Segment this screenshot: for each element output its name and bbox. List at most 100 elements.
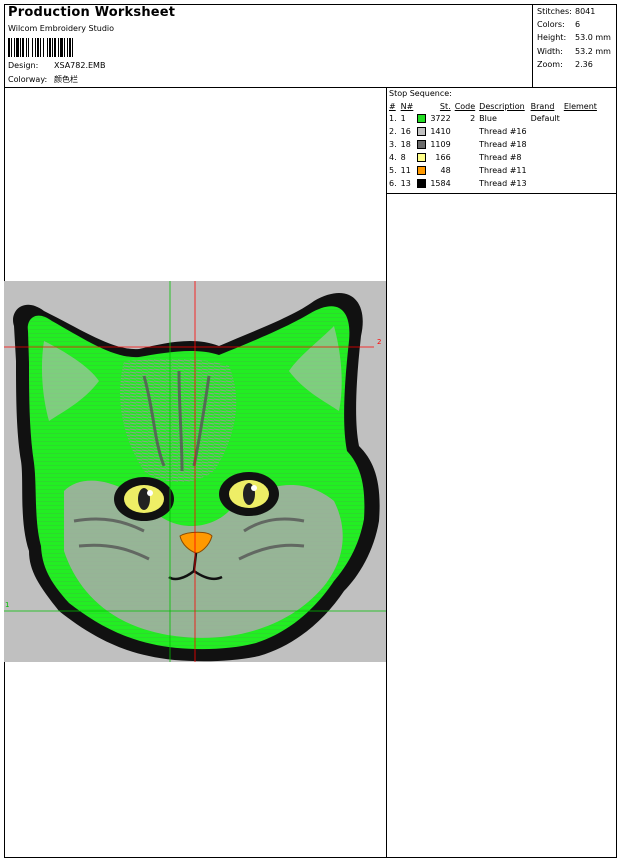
row-stitches: 1584 [430, 179, 451, 188]
barcode-bar [67, 38, 68, 57]
software-name: Wilcom Embroidery Studio [8, 24, 115, 33]
row-code [453, 125, 477, 138]
row-needle: 1 [400, 114, 406, 123]
table-row: 6. 13 1584 Thread #13 [387, 177, 599, 190]
stat-value: 8041 [575, 7, 596, 16]
stat-label: Stitches: [537, 7, 572, 16]
barcode-bar [52, 38, 53, 57]
table-row: 1. 1 3722 2 Blue Default [387, 112, 599, 125]
row-index: 2. [389, 127, 397, 136]
barcode-bar [11, 38, 12, 57]
row-stitches: 166 [435, 153, 451, 162]
row-index: 3. [389, 140, 397, 149]
row-brand [529, 138, 562, 151]
row-description: Thread #8 [479, 153, 522, 162]
swatch-cell [415, 112, 428, 125]
colorway-label: Colorway: [8, 75, 48, 84]
color-swatch [417, 153, 427, 162]
col-code: Code [454, 101, 476, 111]
sequence-divider [386, 87, 387, 858]
swatch-cell [415, 151, 428, 164]
barcode-bar [47, 38, 48, 57]
row-code [453, 164, 477, 177]
barcode-image [8, 38, 73, 57]
col-brand: Brand [530, 101, 555, 111]
row-needle: 11 [400, 166, 411, 175]
stat-value: 53.0 mm [575, 33, 611, 43]
stat-value: 6 [575, 20, 581, 30]
stop-sequence-table: # N# St. Code Description Brand Element … [387, 100, 599, 190]
table-row: 2. 16 1410 Thread #16 [387, 125, 599, 138]
row-code [453, 138, 477, 151]
barcode-bar [60, 38, 63, 57]
guide-marker-1: 1 [5, 601, 9, 609]
row-description: Thread #18 [479, 140, 527, 149]
stat-width: Width: 53.2 mm [537, 45, 611, 58]
row-stitches: 48 [440, 166, 451, 175]
row-element [562, 177, 599, 190]
barcode-bar [16, 38, 19, 57]
row-index: 5. [389, 166, 397, 175]
embroidery-preview: 1 2 [4, 281, 386, 662]
row-stitches: 1410 [430, 127, 451, 136]
row-stitches: 1109 [430, 140, 451, 149]
col-stitches: St. [439, 101, 451, 111]
row-element [562, 164, 599, 177]
cat-right-eye [219, 472, 279, 516]
stats-divider [532, 4, 533, 87]
design-label: Design: [8, 61, 39, 70]
barcode-bar [22, 38, 24, 57]
design-row: Design: XSA782.EMB [8, 61, 105, 70]
table-row: 5. 11 48 Thread #11 [387, 164, 599, 177]
row-index: 6. [389, 179, 397, 188]
row-description: Thread #13 [479, 179, 527, 188]
row-element [562, 151, 599, 164]
colorway-value: 颜色栏 [54, 75, 78, 84]
swatch-cell [415, 125, 428, 138]
design-value: XSA782.EMB [54, 61, 106, 70]
cat-left-eye [114, 477, 174, 521]
color-swatch [417, 140, 427, 149]
row-brand [529, 151, 562, 164]
barcode-bar [14, 38, 15, 57]
barcode-bar [32, 38, 33, 57]
swatch-cell [415, 164, 428, 177]
stat-height: Height: 53.0 mm [537, 31, 611, 44]
barcode-bar [43, 38, 44, 57]
header-divider [4, 87, 617, 88]
row-stitches: 3722 [430, 114, 451, 123]
stat-colors: Colors: 6 [537, 18, 611, 31]
row-description: Thread #11 [479, 166, 527, 175]
col-description: Description [479, 101, 525, 111]
row-code: 2 [470, 114, 476, 123]
row-brand [529, 164, 562, 177]
row-code [453, 151, 477, 164]
row-element [562, 138, 599, 151]
stat-label: Width: [537, 46, 563, 56]
row-code [453, 177, 477, 190]
col-index: # [389, 101, 396, 111]
swatch-cell [415, 138, 428, 151]
row-element [562, 125, 599, 138]
barcode-bar [40, 38, 41, 57]
table-header-row: # N# St. Code Description Brand Element [387, 100, 599, 112]
row-index: 4. [389, 153, 397, 162]
table-row: 4. 8 166 Thread #8 [387, 151, 599, 164]
color-swatch [417, 166, 427, 175]
color-swatch [417, 179, 427, 188]
color-swatch [417, 114, 427, 123]
row-element [562, 112, 599, 125]
barcode-bar [8, 38, 10, 57]
color-swatch [417, 127, 427, 136]
row-description: Blue [479, 114, 497, 123]
barcode-bar [20, 38, 21, 57]
barcode-bar [37, 38, 39, 57]
row-description: Thread #16 [479, 127, 527, 136]
barcode-bar [69, 38, 71, 57]
row-index: 1. [389, 114, 397, 123]
barcode-bar [54, 38, 56, 57]
row-brand: Default [530, 114, 560, 123]
stat-zoom: Zoom: 2.36 [537, 58, 611, 71]
stat-stitches: Stitches: 8041 [537, 5, 611, 18]
guide-marker-2: 2 [377, 338, 381, 346]
